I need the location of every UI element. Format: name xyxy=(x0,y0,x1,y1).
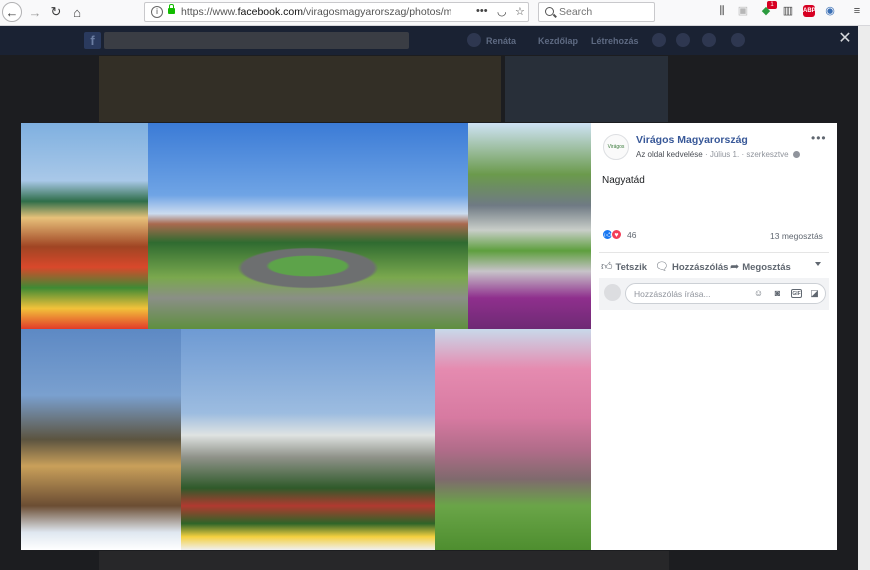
comment-label: Hozzászólás xyxy=(671,262,729,273)
comment-composer: Hozzászólás írása... ☺ ◙ GIF ◪ xyxy=(599,278,829,310)
search-icon xyxy=(545,7,554,16)
photo-tile-roundabout xyxy=(148,123,468,329)
nav-profile[interactable]: Renáta xyxy=(486,36,516,46)
comment-button[interactable]: 🗨︎ Hozzászólás xyxy=(655,260,728,273)
comment-input[interactable]: Hozzászólás írása... ☺ ◙ GIF ◪ xyxy=(625,283,826,304)
sidebar-icon[interactable]: ▥ xyxy=(781,4,795,18)
post-date[interactable]: Július 1. xyxy=(710,150,739,159)
page-name-link[interactable]: Virágos Magyarország xyxy=(636,134,748,146)
edited-label[interactable]: szerkesztve xyxy=(746,150,788,159)
reactions-count: 46 xyxy=(627,230,637,240)
share-button[interactable]: ➦ Megosztás xyxy=(730,260,791,273)
url-text[interactable]: https://www.facebook.com/viragosmagyaror… xyxy=(181,6,451,18)
url-prefix: https://www. xyxy=(181,6,238,18)
facebook-logo-icon[interactable]: f xyxy=(84,32,101,49)
cover-photo-background xyxy=(99,56,501,122)
search-bar[interactable]: Search xyxy=(538,2,655,22)
home-button[interactable]: ⌂ xyxy=(68,3,86,21)
camera-icon[interactable]: ◙ xyxy=(772,288,783,299)
extension-blue-icon[interactable]: ◉ xyxy=(823,4,837,18)
photo-tile-building xyxy=(21,123,148,329)
close-icon[interactable]: ✕ xyxy=(836,30,854,48)
profile-avatar[interactable] xyxy=(467,33,481,47)
url-bar[interactable]: i https://www.facebook.com/viragosmagyar… xyxy=(144,2,529,22)
menu-hamburger-icon[interactable]: ≡ xyxy=(850,4,864,18)
post-text: Nagyatád xyxy=(602,175,645,186)
post-actions: 👍︎ Tetszik 🗨︎ Hozzászólás ➦ Megosztás xyxy=(599,252,829,279)
reload-icon: ↻ xyxy=(50,4,62,19)
lock-icon xyxy=(168,4,175,14)
photo-tile-town-square xyxy=(181,329,435,550)
post-side-panel: Virágos Magyarország Virágos Magyarorszá… xyxy=(591,123,837,550)
photo-viewer-image[interactable] xyxy=(21,123,591,550)
notifications-icon[interactable] xyxy=(702,33,716,47)
cover-photo-background-right xyxy=(505,56,668,122)
chevron-down-icon[interactable] xyxy=(815,262,821,266)
browser-toolbar: ← → ↻ ⌂ i https://www.facebook.com/virag… xyxy=(0,0,870,26)
sticker-icon[interactable]: ◪ xyxy=(809,288,820,299)
url-path: /viragosmagyarorszag/photos/ms.c.e xyxy=(302,6,451,18)
post-meta: Az oldal kedvelése · Július 1. · szerkes… xyxy=(636,150,800,159)
search-placeholder: Search xyxy=(559,6,593,18)
page-avatar[interactable]: Virágos Magyarország xyxy=(603,134,629,160)
gif-icon[interactable]: GIF xyxy=(791,289,802,298)
photo-tile-church-winter xyxy=(21,329,181,550)
help-icon[interactable] xyxy=(731,33,745,47)
page-content-background xyxy=(99,551,669,570)
facebook-search-input[interactable] xyxy=(104,32,409,49)
forward-button[interactable]: → xyxy=(26,3,44,21)
comment-icon: 🗨︎ xyxy=(655,261,669,273)
globe-icon[interactable] xyxy=(792,151,800,158)
extension-green-icon[interactable]: ◆ 1 xyxy=(759,1,777,18)
photo-tile-blossom-trees xyxy=(435,329,591,550)
thumbs-up-icon: 👍︎ xyxy=(601,261,613,273)
love-reaction-icon: ♥ xyxy=(611,229,622,240)
site-info-icon[interactable]: i xyxy=(151,6,163,18)
nav-home[interactable]: Kezdőlap xyxy=(538,36,578,46)
pocket-icon[interactable]: ◡ xyxy=(497,5,507,18)
like-button[interactable]: 👍︎ Tetszik xyxy=(601,260,647,273)
page-actions-icon[interactable]: ••• xyxy=(476,5,488,17)
nav-create[interactable]: Létrehozás xyxy=(591,36,639,46)
friends-icon[interactable] xyxy=(652,33,666,47)
url-domain: facebook.com xyxy=(237,6,303,18)
photo-tile-street-flowers xyxy=(468,123,591,329)
like-page-link[interactable]: Az oldal kedvelése xyxy=(636,150,703,159)
extension-badge: 1 xyxy=(767,1,777,9)
like-label: Tetszik xyxy=(615,262,648,273)
emoji-icon[interactable]: ☺ xyxy=(753,288,764,299)
adblock-icon[interactable]: ABP xyxy=(803,5,816,17)
bookmark-star-icon[interactable]: ☆ xyxy=(515,5,525,18)
shares-count[interactable]: 13 megosztás xyxy=(770,231,823,241)
screenshot-icon[interactable]: ▣ xyxy=(736,4,750,18)
more-options-icon[interactable]: ••• xyxy=(811,131,827,145)
share-label: Megosztás xyxy=(742,262,791,273)
library-icon[interactable]: ⫼ xyxy=(715,4,729,18)
back-button[interactable]: ← xyxy=(2,2,22,22)
back-arrow-icon: ← xyxy=(5,4,19,20)
forward-arrow-icon: → xyxy=(28,4,42,20)
messenger-icon[interactable] xyxy=(676,33,690,47)
comment-placeholder: Hozzászólás írása... xyxy=(634,289,711,299)
page-scrollbar[interactable] xyxy=(858,26,870,570)
user-avatar xyxy=(604,284,621,301)
share-arrow-icon: ➦ xyxy=(730,261,740,273)
reload-button[interactable]: ↻ xyxy=(47,3,65,21)
home-icon: ⌂ xyxy=(73,4,81,20)
